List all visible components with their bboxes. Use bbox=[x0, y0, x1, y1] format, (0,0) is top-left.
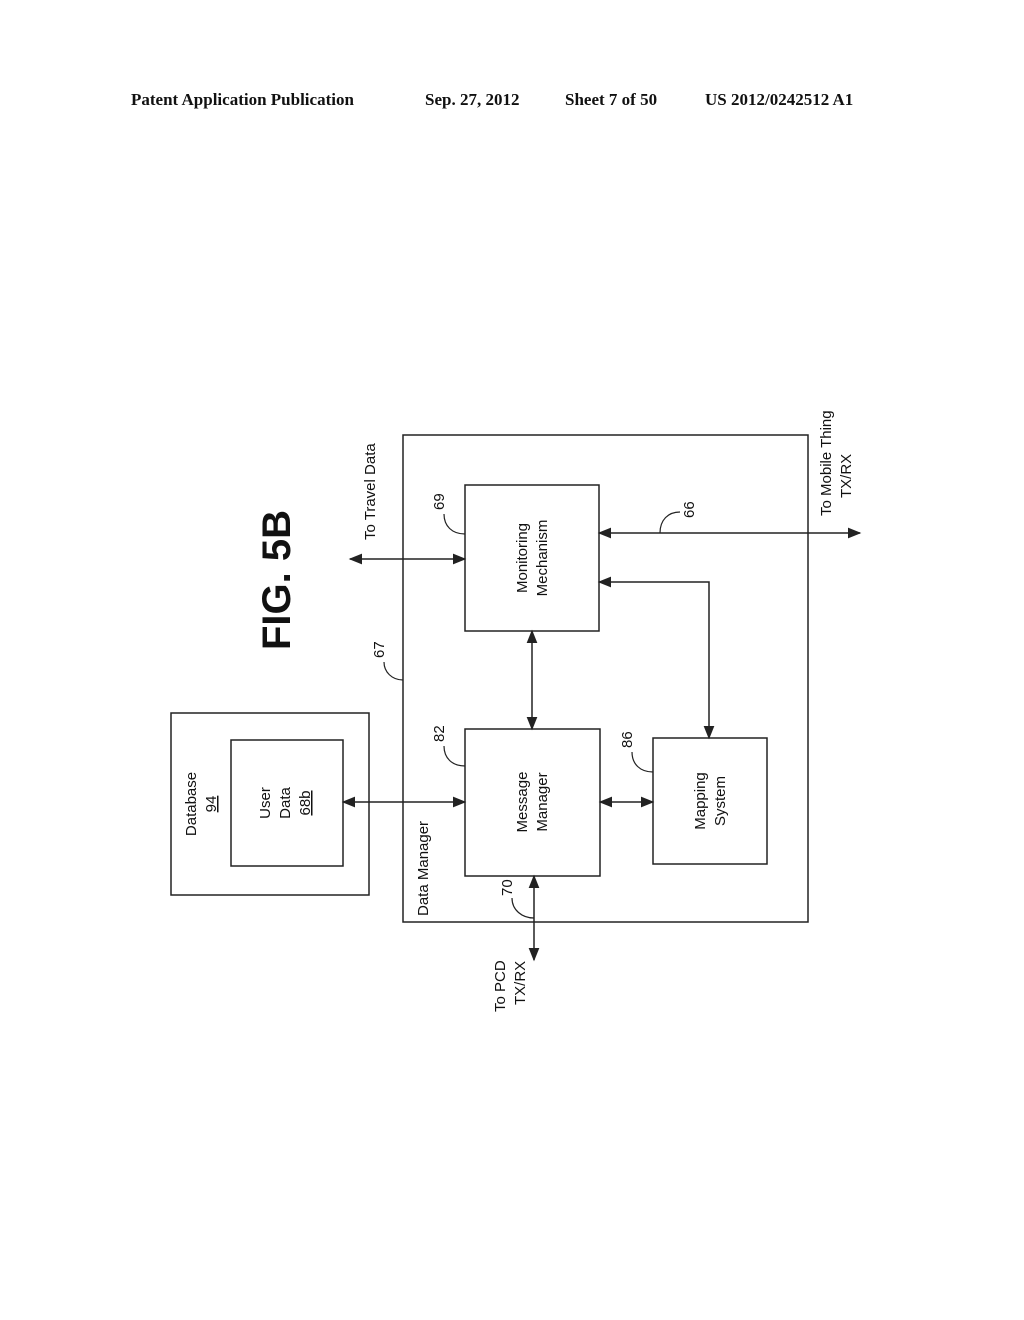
monitoring-line1: Monitoring bbox=[514, 523, 531, 593]
ref-67-leader bbox=[383, 661, 404, 681]
ref-82: 82 bbox=[431, 725, 448, 742]
database-label: Database bbox=[183, 772, 200, 836]
message-manager-line1: Message bbox=[514, 772, 531, 833]
ref-70: 70 bbox=[499, 879, 516, 896]
monitoring-mechanism-box bbox=[464, 484, 600, 632]
mobile-thing-line2: TX/RX bbox=[838, 454, 855, 498]
ref-69: 69 bbox=[431, 493, 448, 510]
data-manager-label: Data Manager bbox=[415, 821, 432, 916]
user-data-line1: User bbox=[257, 787, 274, 819]
ref-69-leader bbox=[443, 513, 466, 535]
pcd-line1: To PCD bbox=[492, 960, 509, 1012]
mapping-system-box bbox=[652, 737, 768, 865]
user-data-ref: 68b bbox=[297, 790, 314, 815]
ref-86-leader bbox=[631, 751, 654, 773]
mapping-line1: Mapping bbox=[692, 772, 709, 830]
message-manager-line2: Manager bbox=[534, 772, 551, 831]
travel-data-label: To Travel Data bbox=[362, 443, 379, 540]
monitoring-line2: Mechanism bbox=[534, 520, 551, 597]
message-manager-box bbox=[464, 728, 601, 877]
user-data-line2: Data bbox=[277, 787, 294, 819]
ref-67: 67 bbox=[371, 641, 388, 658]
pcd-line2: TX/RX bbox=[512, 961, 529, 1005]
ref-70-leader bbox=[511, 897, 535, 919]
ref-82-leader bbox=[443, 745, 466, 767]
ref-66: 66 bbox=[681, 501, 698, 518]
monitoring-mapping-arrow bbox=[597, 576, 715, 740]
data-manager-box bbox=[402, 434, 809, 923]
database-ref: 94 bbox=[203, 796, 220, 813]
ref-66-leader bbox=[659, 511, 681, 534]
ref-86: 86 bbox=[619, 731, 636, 748]
diagram: FIG. 5B Database 94 User Data 68b Data M… bbox=[170, 410, 862, 1012]
mapping-line2: System bbox=[712, 776, 729, 826]
mobile-thing-line1: To Mobile Thing bbox=[818, 410, 835, 516]
figure-title: FIG. 5B bbox=[255, 510, 299, 650]
